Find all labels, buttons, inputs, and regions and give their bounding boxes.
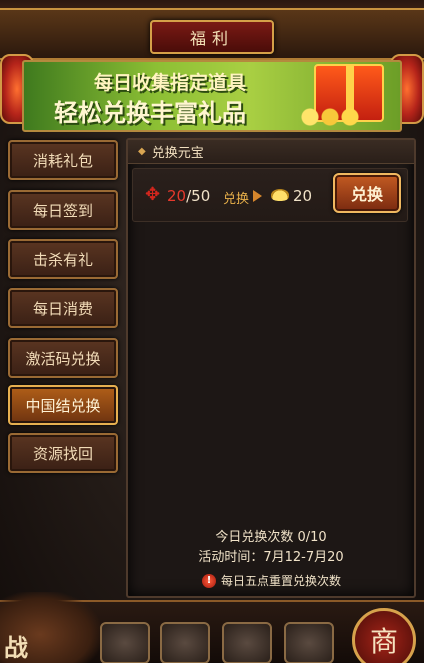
sidebar-item-daily-checkin[interactable]: 每日签到 <box>8 190 118 230</box>
title-plate: 福利 <box>150 20 274 54</box>
game-window: 福利 每日收集指定道具 轻松兑换丰富礼品 消耗礼包 每日签到 击杀有礼 每日消费… <box>0 0 424 663</box>
promo-banner: 每日收集指定道具 轻松兑换丰富礼品 <box>22 60 402 132</box>
arrow-right-icon <box>253 190 262 202</box>
sidebar-item-kill-reward[interactable]: 击杀有礼 <box>8 239 118 279</box>
item-count: 20/50 <box>167 187 210 205</box>
sidebar-item-daily-spend[interactable]: 每日消费 <box>8 288 118 328</box>
chinese-knot-icon: ✥ <box>145 184 161 205</box>
exchange-button[interactable]: 兑换 <box>333 173 401 213</box>
page-title: 福利 <box>189 29 234 48</box>
exchange-label: 兑换 <box>223 192 250 207</box>
reset-notice: ! 每日五点重置兑换次数 <box>202 572 341 589</box>
diamond-icon: ◆ <box>138 146 146 157</box>
gold-ingot-icon <box>271 189 289 201</box>
exchange-panel: ◆ 兑换元宝 ✥ 20/50 兑换 20 兑换 今日兑换次数 0/10 活动时间… <box>126 138 416 598</box>
book-icon[interactable] <box>160 622 210 663</box>
warning-icon: ! <box>202 573 216 588</box>
cannon-icon[interactable] <box>284 622 334 663</box>
exchange-row: ✥ 20/50 兑换 20 兑换 <box>132 168 408 222</box>
reset-notice-text: 每日五点重置兑换次数 <box>221 574 342 588</box>
have-count: 20 <box>167 187 187 205</box>
sidebar-item-consumption-pack[interactable]: 消耗礼包 <box>8 140 118 180</box>
sidebar-item-activation-code[interactable]: 激活码兑换 <box>8 338 118 378</box>
banner-line2: 轻松兑换丰富礼品 <box>54 99 246 127</box>
need-count: 50 <box>191 187 211 205</box>
ingot-amount: 20 <box>293 187 313 205</box>
panel-header: ◆ 兑换元宝 <box>128 140 414 164</box>
sidebar-item-resource-recovery[interactable]: 资源找回 <box>8 433 118 473</box>
daily-exchange-count: 今日兑换次数 0/10 <box>215 530 327 545</box>
sidebar-item-chinese-knot-exchange[interactable]: 中国结兑换 <box>8 385 118 425</box>
activity-time: 活动时间：7月12-7月20 <box>198 550 344 565</box>
shop-button[interactable]: 商 <box>352 608 416 663</box>
helmet-icon[interactable] <box>100 622 150 663</box>
warrior-icon[interactable] <box>222 622 272 663</box>
gold-coins-icon <box>286 106 366 128</box>
banner-line1: 每日收集指定道具 <box>94 72 247 94</box>
fight-button-label[interactable]: 战 <box>4 628 28 663</box>
panel-title: 兑换元宝 <box>151 146 204 161</box>
